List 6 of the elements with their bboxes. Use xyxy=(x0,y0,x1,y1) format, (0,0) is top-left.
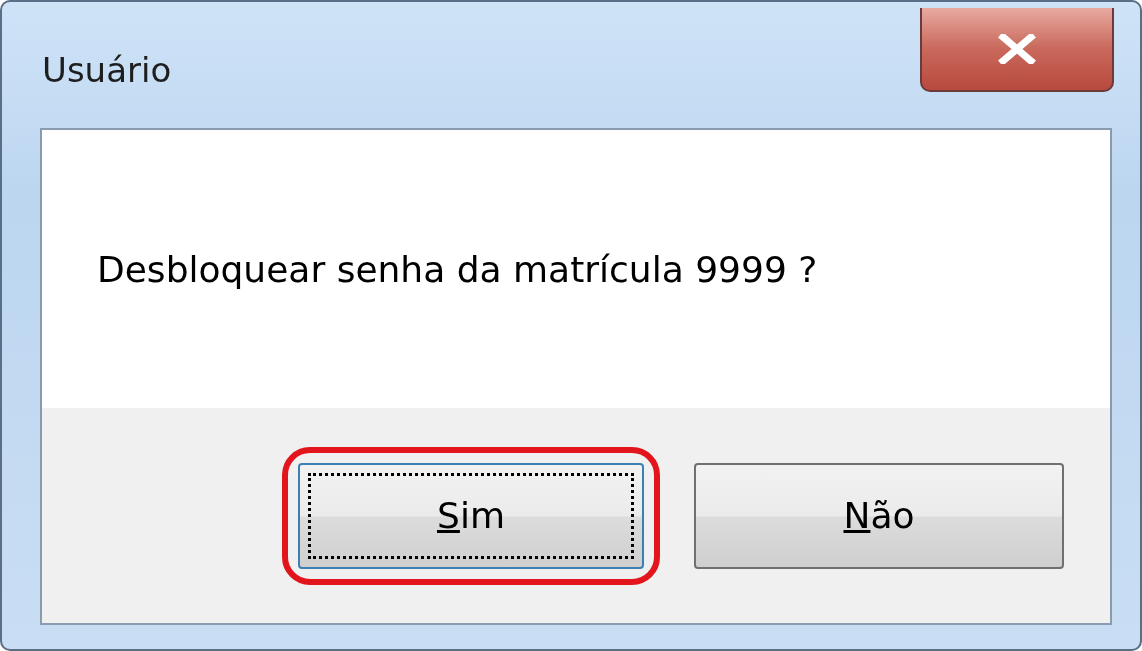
dialog-button[interactable]: Não xyxy=(694,462,1064,569)
close-icon xyxy=(997,34,1037,64)
window-title: Usuário xyxy=(42,50,172,90)
message-text: Desbloquear senha da matrícula 9999 ? xyxy=(97,248,818,290)
dialog-button[interactable]: Sim xyxy=(298,462,644,569)
close-button[interactable] xyxy=(920,8,1114,92)
